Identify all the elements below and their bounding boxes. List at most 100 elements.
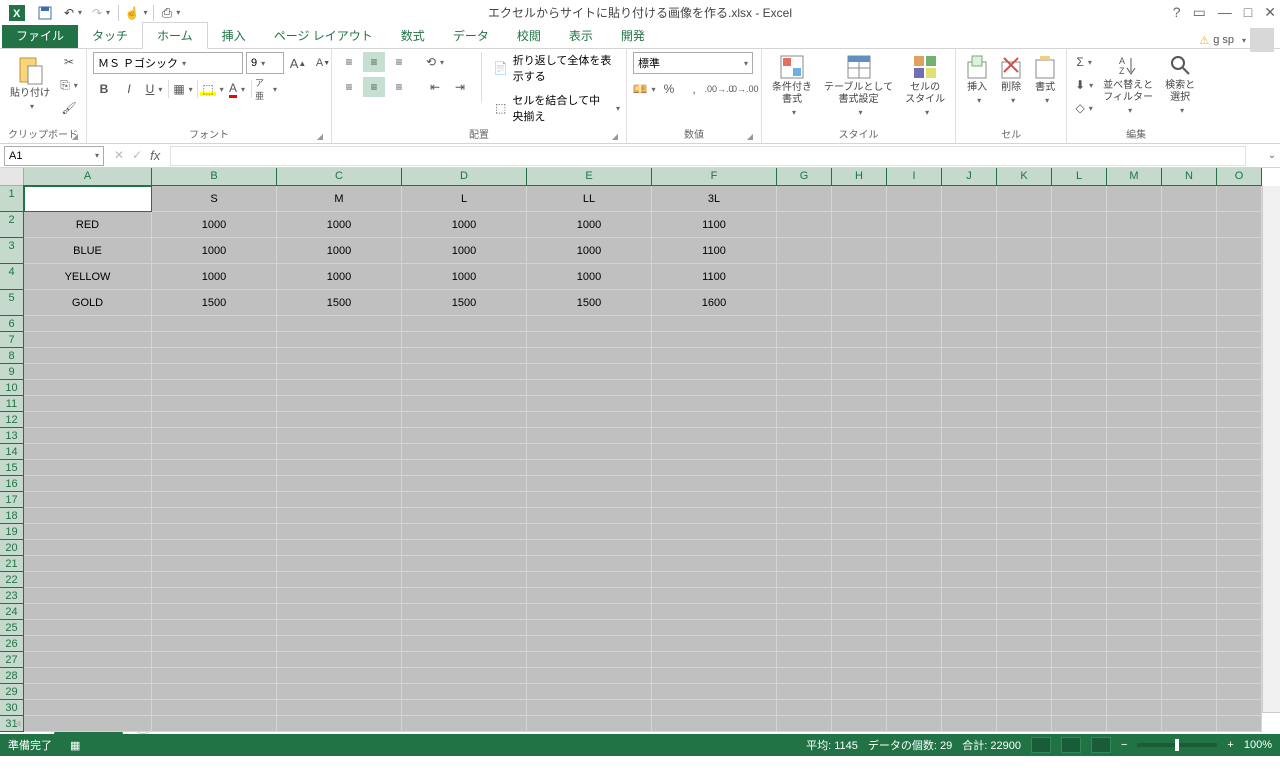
cell-D12[interactable] [402, 412, 527, 428]
cell-K31[interactable] [997, 716, 1052, 732]
cell-D28[interactable] [402, 668, 527, 684]
cell-E19[interactable] [527, 524, 652, 540]
cell-D9[interactable] [402, 364, 527, 380]
cell-L9[interactable] [1052, 364, 1107, 380]
phonetic-button[interactable]: ア亜▾ [255, 79, 277, 99]
cell-E13[interactable] [527, 428, 652, 444]
cell-F29[interactable] [652, 684, 777, 700]
cell-A12[interactable] [24, 412, 152, 428]
cell-C19[interactable] [277, 524, 402, 540]
cell-I8[interactable] [887, 348, 942, 364]
cell-F28[interactable] [652, 668, 777, 684]
cell-I2[interactable] [887, 212, 942, 238]
cell-J9[interactable] [942, 364, 997, 380]
decrease-font-button[interactable]: A▼ [312, 53, 334, 73]
fill-button[interactable]: ⬇▾ [1073, 75, 1095, 95]
bold-button[interactable]: B [93, 79, 115, 99]
cell-E18[interactable] [527, 508, 652, 524]
autosum-button[interactable]: Σ▾ [1073, 52, 1095, 72]
cell-H13[interactable] [832, 428, 887, 444]
cell-O29[interactable] [1217, 684, 1262, 700]
cell-N18[interactable] [1162, 508, 1217, 524]
cell-F24[interactable] [652, 604, 777, 620]
cell-F5[interactable]: 1600 [652, 290, 777, 316]
cell-I27[interactable] [887, 652, 942, 668]
cell-E8[interactable] [527, 348, 652, 364]
cell-B25[interactable] [152, 620, 277, 636]
cell-N9[interactable] [1162, 364, 1217, 380]
cell-H2[interactable] [832, 212, 887, 238]
tab-page-layout[interactable]: ページ レイアウト [260, 23, 387, 48]
row-header-2[interactable]: 2 [0, 212, 24, 238]
cell-N10[interactable] [1162, 380, 1217, 396]
cell-A19[interactable] [24, 524, 152, 540]
cell-A6[interactable] [24, 316, 152, 332]
cell-I24[interactable] [887, 604, 942, 620]
cell-I12[interactable] [887, 412, 942, 428]
cell-G30[interactable] [777, 700, 832, 716]
zoom-out-button[interactable]: − [1121, 739, 1127, 751]
cell-K22[interactable] [997, 572, 1052, 588]
cell-C26[interactable] [277, 636, 402, 652]
number-launcher[interactable]: ◢ [747, 132, 753, 141]
cell-F10[interactable] [652, 380, 777, 396]
cell-B30[interactable] [152, 700, 277, 716]
cell-O11[interactable] [1217, 396, 1262, 412]
insert-cells-button[interactable]: 挿入▾ [962, 52, 992, 108]
cell-B3[interactable]: 1000 [152, 238, 277, 264]
zoom-level[interactable]: 100% [1244, 739, 1272, 751]
cell-N17[interactable] [1162, 492, 1217, 508]
cell-L24[interactable] [1052, 604, 1107, 620]
cell-O2[interactable] [1217, 212, 1262, 238]
cell-D29[interactable] [402, 684, 527, 700]
cell-F14[interactable] [652, 444, 777, 460]
cancel-formula-button[interactable]: ✕ [114, 148, 124, 163]
decrease-indent-button[interactable]: ⇤ [424, 77, 446, 97]
cell-J26[interactable] [942, 636, 997, 652]
row-header-7[interactable]: 7 [0, 332, 24, 348]
expand-formula-bar-button[interactable]: ⌄ [1264, 150, 1280, 161]
cell-M25[interactable] [1107, 620, 1162, 636]
cell-F1[interactable]: 3L [652, 186, 777, 212]
cell-I25[interactable] [887, 620, 942, 636]
tab-review[interactable]: 校閲 [503, 23, 555, 48]
cell-H18[interactable] [832, 508, 887, 524]
tab-home[interactable]: ホーム [142, 22, 208, 49]
cell-G16[interactable] [777, 476, 832, 492]
cell-H15[interactable] [832, 460, 887, 476]
row-header-15[interactable]: 15 [0, 460, 24, 476]
cell-M2[interactable] [1107, 212, 1162, 238]
cell-C23[interactable] [277, 588, 402, 604]
number-format-combo[interactable]: 標準▾ [633, 52, 753, 74]
cell-M13[interactable] [1107, 428, 1162, 444]
cell-N19[interactable] [1162, 524, 1217, 540]
cell-A8[interactable] [24, 348, 152, 364]
cell-C29[interactable] [277, 684, 402, 700]
cell-A16[interactable] [24, 476, 152, 492]
help-button[interactable]: ? [1173, 4, 1181, 21]
cell-L17[interactable] [1052, 492, 1107, 508]
cell-B21[interactable] [152, 556, 277, 572]
cell-F4[interactable]: 1100 [652, 264, 777, 290]
cell-I31[interactable] [887, 716, 942, 732]
cell-J30[interactable] [942, 700, 997, 716]
cell-C7[interactable] [277, 332, 402, 348]
cell-J20[interactable] [942, 540, 997, 556]
row-header-14[interactable]: 14 [0, 444, 24, 460]
cell-A1[interactable] [24, 186, 152, 212]
row-header-16[interactable]: 16 [0, 476, 24, 492]
cell-H16[interactable] [832, 476, 887, 492]
cell-E22[interactable] [527, 572, 652, 588]
cell-G21[interactable] [777, 556, 832, 572]
row-header-19[interactable]: 19 [0, 524, 24, 540]
cell-G24[interactable] [777, 604, 832, 620]
cell-L23[interactable] [1052, 588, 1107, 604]
cell-C24[interactable] [277, 604, 402, 620]
cell-H27[interactable] [832, 652, 887, 668]
cell-N12[interactable] [1162, 412, 1217, 428]
cell-L25[interactable] [1052, 620, 1107, 636]
cell-J2[interactable] [942, 212, 997, 238]
enter-formula-button[interactable]: ✓ [132, 148, 142, 163]
cell-H31[interactable] [832, 716, 887, 732]
cell-C11[interactable] [277, 396, 402, 412]
